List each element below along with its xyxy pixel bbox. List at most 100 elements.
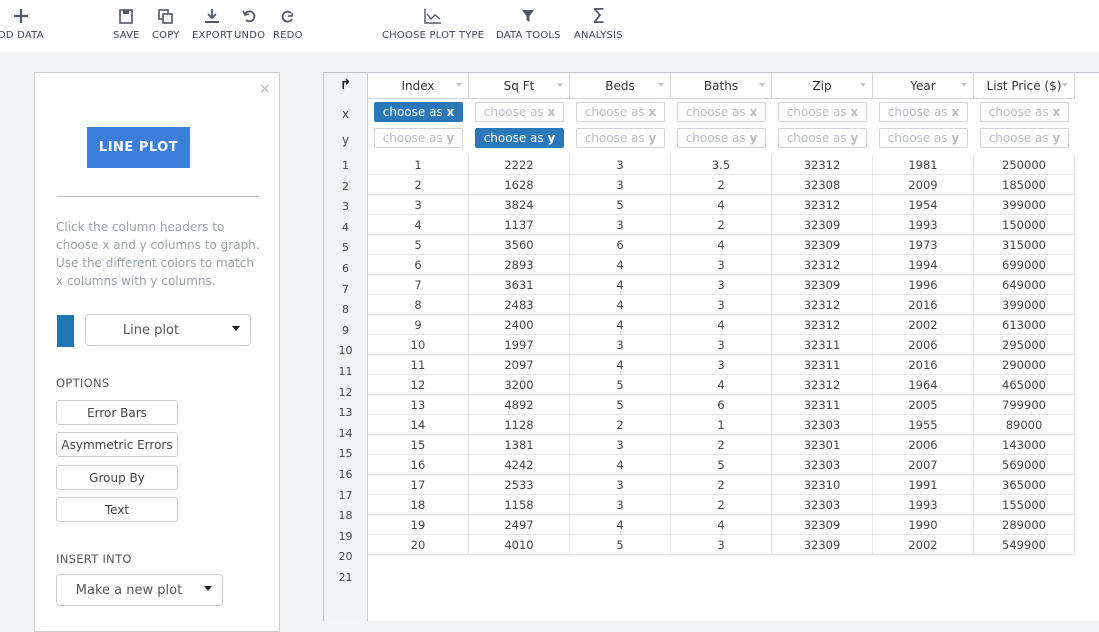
table-cell[interactable]: 3200 [469,375,570,395]
table-cell[interactable]: 32312 [772,315,873,335]
table-cell[interactable]: 1993 [873,215,974,235]
table-cell[interactable]: 32312 [772,295,873,315]
error-bars-button[interactable]: Error Bars [56,400,178,425]
table-cell[interactable]: 2222 [469,155,570,175]
choose-as-y-button-index[interactable]: choose as y [374,128,463,148]
row-number[interactable]: 14 [324,427,367,440]
table-cell[interactable]: 3 [570,495,671,515]
column-header-list-price[interactable]: List Price ($) [974,73,1075,99]
sort-icon[interactable] [759,83,765,87]
table-cell[interactable]: 289000 [974,515,1075,535]
row-number[interactable]: 17 [324,489,367,502]
table-cell[interactable]: 1973 [873,235,974,255]
choose-as-y-button-zip[interactable]: choose as y [778,128,867,148]
table-cell[interactable]: 3 [570,435,671,455]
table-cell[interactable]: 4 [671,195,772,215]
table-cell[interactable]: 1628 [469,175,570,195]
table-cell[interactable]: 1994 [873,255,974,275]
table-cell[interactable]: 3 [570,175,671,195]
data-tools-button[interactable]: DATA TOOLS [496,6,561,41]
table-cell[interactable]: 613000 [974,315,1075,335]
table-cell[interactable]: 12 [368,375,469,395]
table-cell[interactable]: 4 [671,315,772,335]
table-cell[interactable]: 549900 [974,535,1075,555]
table-cell[interactable]: 10 [368,335,469,355]
table-cell[interactable]: 4 [570,255,671,275]
row-number[interactable]: 13 [324,406,367,419]
table-cell[interactable]: 32312 [772,255,873,275]
table-cell[interactable]: 1981 [873,155,974,175]
table-cell[interactable]: 32309 [772,535,873,555]
table-cell[interactable]: 4 [570,295,671,315]
choose-as-x-button-sq-ft[interactable]: choose as x [475,102,564,122]
table-cell[interactable]: 3.5 [671,155,772,175]
table-cell[interactable]: 185000 [974,175,1075,195]
table-cell[interactable]: 4 [671,375,772,395]
table-cell[interactable]: 32309 [772,235,873,255]
table-cell[interactable]: 2005 [873,395,974,415]
table-cell[interactable]: 9 [368,315,469,335]
table-cell[interactable]: 3824 [469,195,570,215]
table-cell[interactable]: 32311 [772,395,873,415]
add-data-button[interactable]: DD DATA [0,6,44,41]
choose-as-x-button-beds[interactable]: choose as x [576,102,665,122]
table-cell[interactable]: 4892 [469,395,570,415]
choose-as-x-button-baths[interactable]: choose as x [677,102,766,122]
row-number[interactable]: 4 [324,221,367,234]
choose-as-x-button-list-price[interactable]: choose as x [980,102,1069,122]
analysis-button[interactable]: Σ ANALYSIS [574,6,623,41]
row-number[interactable]: 2 [324,180,367,193]
table-cell[interactable]: 2016 [873,295,974,315]
row-number[interactable]: 1 [324,159,367,172]
copy-button[interactable]: COPY [152,6,180,41]
row-number[interactable]: 18 [324,509,367,522]
table-cell[interactable]: 4 [368,215,469,235]
table-cell[interactable]: 2006 [873,435,974,455]
table-cell[interactable]: 2016 [873,355,974,375]
table-cell[interactable]: 3 [671,335,772,355]
table-cell[interactable]: 2002 [873,535,974,555]
row-number[interactable]: 21 [324,571,367,584]
row-number[interactable]: 20 [324,550,367,563]
plot-type-select[interactable]: Line plot [85,314,251,346]
row-number[interactable]: 15 [324,447,367,460]
table-cell[interactable]: 2097 [469,355,570,375]
table-cell[interactable]: 699000 [974,255,1075,275]
table-cell[interactable]: 32303 [772,495,873,515]
table-cell[interactable]: 5 [570,535,671,555]
table-cell[interactable]: 2483 [469,295,570,315]
table-cell[interactable]: 32311 [772,355,873,375]
table-cell[interactable]: 3 [671,255,772,275]
table-cell[interactable]: 4 [570,275,671,295]
corner-arrow-icon[interactable]: ↱ [324,77,367,93]
table-cell[interactable]: 3 [671,295,772,315]
table-cell[interactable]: 1158 [469,495,570,515]
table-cell[interactable]: 3560 [469,235,570,255]
column-header-beds[interactable]: Beds [570,73,671,99]
table-cell[interactable]: 13 [368,395,469,415]
table-cell[interactable]: 2 [671,175,772,195]
table-cell[interactable]: 8 [368,295,469,315]
text-button[interactable]: Text [56,497,178,522]
row-number[interactable]: 8 [324,303,367,316]
table-cell[interactable]: 2 [368,175,469,195]
table-cell[interactable]: 1990 [873,515,974,535]
table-cell[interactable]: 3 [671,275,772,295]
table-cell[interactable]: 1964 [873,375,974,395]
table-cell[interactable]: 2 [671,495,772,515]
choose-as-y-button-beds[interactable]: choose as y [576,128,665,148]
table-cell[interactable]: 1 [671,415,772,435]
table-cell[interactable]: 6 [570,235,671,255]
table-cell[interactable]: 19 [368,515,469,535]
choose-as-y-button-list-price[interactable]: choose as y [980,128,1069,148]
table-cell[interactable]: 4 [671,515,772,535]
sort-icon[interactable] [456,83,462,87]
row-number[interactable]: 9 [324,324,367,337]
redo-button[interactable]: REDO [273,6,303,41]
table-cell[interactable]: 4 [570,315,671,335]
table-cell[interactable]: 89000 [974,415,1075,435]
choose-as-x-button-zip[interactable]: choose as x [778,102,867,122]
table-cell[interactable]: 4 [570,515,671,535]
table-cell[interactable]: 1996 [873,275,974,295]
table-cell[interactable]: 4010 [469,535,570,555]
